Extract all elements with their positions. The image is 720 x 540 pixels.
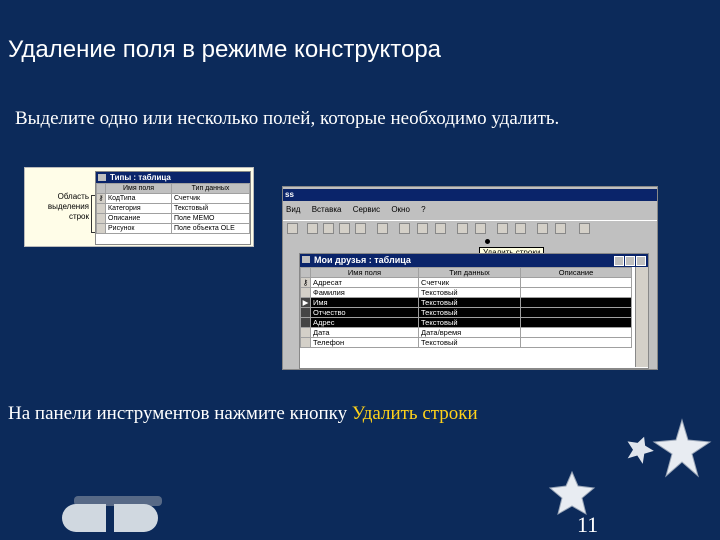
sort-icon[interactable]	[435, 223, 446, 234]
table-row[interactable]: Фамилия Текстовый	[300, 287, 632, 298]
vertical-scrollbar[interactable]	[635, 267, 648, 367]
help-icon[interactable]	[579, 223, 590, 234]
nav-prev-icon[interactable]	[62, 504, 106, 532]
menu-bar: Вид Вставка Сервис Окно ?	[283, 205, 657, 219]
table-row-selected[interactable]: Адрес Текстовый	[300, 317, 632, 328]
column-header: Имя поля	[105, 183, 172, 194]
table-icon	[98, 174, 106, 181]
insert-rows-icon[interactable]	[457, 223, 468, 234]
print-preview-icon[interactable]	[287, 223, 298, 234]
table-icon	[302, 256, 310, 263]
menu-item-window[interactable]: Окно	[391, 205, 410, 214]
maximize-icon[interactable]	[625, 256, 635, 266]
friends-window-title: Мои друзья : таблица	[300, 254, 648, 267]
menu-item-tools[interactable]: Сервис	[353, 205, 380, 214]
friends-table-window: Мои друзья : таблица Имя поля Тип данных…	[299, 253, 649, 369]
table-row[interactable]: Описание Поле MEMO	[96, 213, 250, 224]
database-window-icon[interactable]	[537, 223, 548, 234]
column-header: Имя поля	[310, 267, 419, 278]
primary-key-icon[interactable]	[399, 223, 410, 234]
table-row-selected[interactable]: Отчество Текстовый	[300, 307, 632, 318]
row-selector-label: Область выделения строк	[47, 192, 89, 221]
types-table-window: Типы : таблица Имя поля Тип данных ⚷ Код…	[95, 171, 251, 245]
menu-item-insert[interactable]: Вставка	[312, 205, 342, 214]
slide-subtitle: Выделите одно или несколько полей, котор…	[15, 108, 560, 129]
delete-rows-icon[interactable]	[475, 223, 486, 234]
new-object-icon[interactable]	[555, 223, 566, 234]
undo-icon[interactable]	[377, 223, 388, 234]
friends-design-table: Имя поля Тип данных Описание ⚷ Адресат Сч…	[300, 267, 632, 348]
build-icon[interactable]	[515, 223, 526, 234]
table-row[interactable]: Телефон Текстовый	[300, 337, 632, 348]
small-star-icon	[548, 470, 596, 516]
menu-item-help[interactable]: ?	[421, 205, 425, 214]
indexes-icon[interactable]	[417, 223, 428, 234]
delete-rows-highlight: Удалить строки	[351, 403, 478, 424]
table-row[interactable]: ⚷ КодТипа Счетчик	[96, 193, 250, 204]
app-title-bar: ss	[283, 189, 657, 201]
star-decoration-icon	[627, 418, 712, 478]
table-row[interactable]: Категория Текстовый	[96, 203, 250, 214]
slide-title: Удаление поля в режиме конструктора	[8, 36, 442, 63]
key-icon: ⚷	[300, 277, 311, 288]
access-designer-screenshot: ss Вид Вставка Сервис Окно ? Удалить стр…	[282, 186, 658, 370]
table-row[interactable]: Дата Дата/время	[300, 327, 632, 338]
minimize-icon[interactable]	[614, 256, 624, 266]
format-painter-icon[interactable]	[355, 223, 366, 234]
close-icon[interactable]	[636, 256, 646, 266]
table-row[interactable]: ⚷ Адресат Счетчик	[300, 277, 632, 288]
column-header: Тип данных	[171, 183, 250, 194]
types-window-title: Типы : таблица	[96, 172, 250, 183]
column-header: Тип данных	[418, 267, 521, 278]
paste-icon[interactable]	[339, 223, 350, 234]
row-pointer-icon: ▶	[300, 297, 311, 308]
toolbar	[283, 220, 657, 238]
page-number: 11	[577, 512, 599, 537]
table-row[interactable]: Рисунок Поле объекта OLE	[96, 223, 250, 234]
properties-icon[interactable]	[497, 223, 508, 234]
instruction-text: На панели инструментов нажмите кнопку Уд…	[8, 403, 478, 424]
row-selector-screenshot: Область выделения строк Типы : таблица И…	[24, 167, 254, 247]
types-table: Имя поля Тип данных ⚷ КодТипа Счетчик Кат…	[96, 183, 250, 234]
copy-icon[interactable]	[323, 223, 334, 234]
nav-next-icon[interactable]	[114, 504, 158, 532]
table-row-selected[interactable]: ▶ Имя Текстовый	[300, 297, 632, 308]
cut-icon[interactable]	[307, 223, 318, 234]
key-icon: ⚷	[96, 193, 106, 204]
cursor-dot	[485, 239, 490, 244]
menu-item-view[interactable]: Вид	[286, 205, 300, 214]
